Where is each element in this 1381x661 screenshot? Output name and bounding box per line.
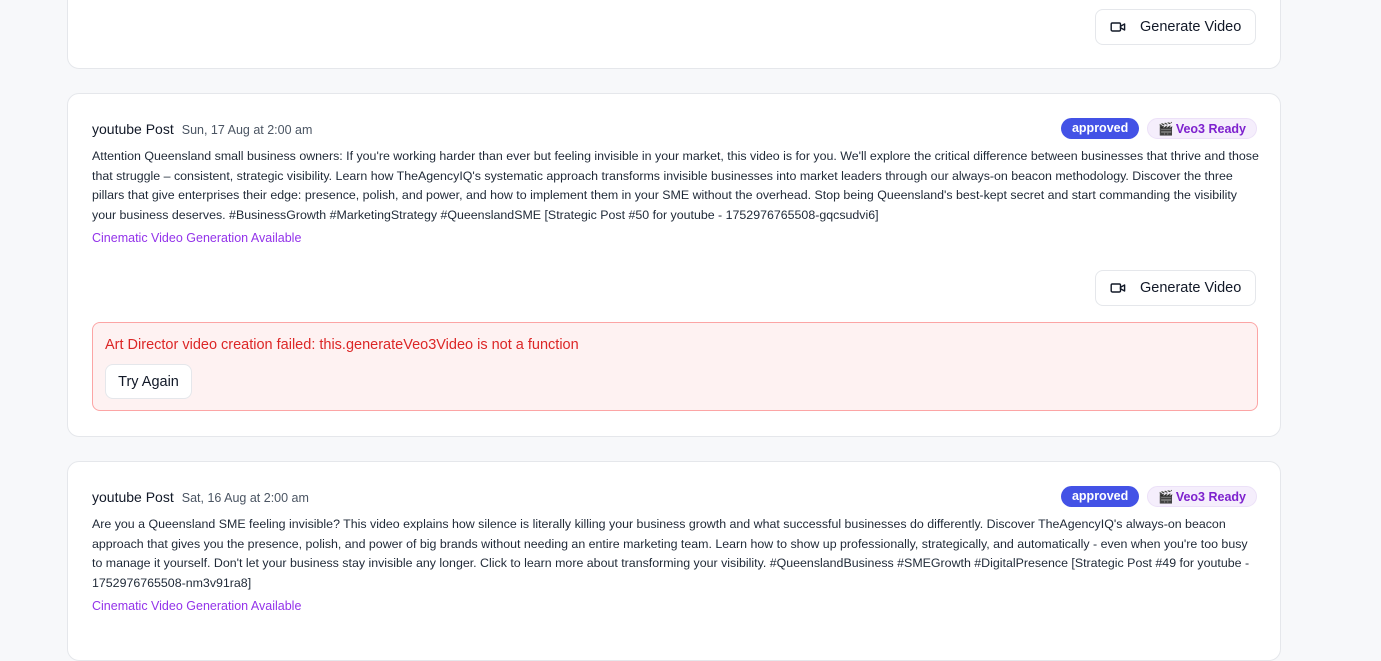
veo3-ready-badge: 🎬 Veo3 Ready <box>1147 118 1257 139</box>
status-badge: approved <box>1060 118 1140 139</box>
generate-video-label: Generate Video <box>1140 280 1242 296</box>
post-card: youtube Post Sat, 16 Aug at 2:00 am appr… <box>67 461 1281 661</box>
veo3-ready-label: Veo3 Ready <box>1175 122 1246 136</box>
video-camera-icon <box>1110 22 1126 32</box>
status-badge: approved <box>1060 486 1140 507</box>
post-card-previous: Generate Video <box>67 0 1281 69</box>
post-header: youtube Post Sun, 17 Aug at 2:00 am <box>92 121 312 137</box>
veo3-ready-label: Veo3 Ready <box>1175 490 1246 504</box>
veo3-ready-badge: 🎬 Veo3 Ready <box>1147 486 1257 507</box>
generate-video-button[interactable]: Generate Video <box>1095 9 1256 45</box>
video-camera-icon <box>1110 283 1126 293</box>
post-card: youtube Post Sun, 17 Aug at 2:00 am appr… <box>67 93 1281 437</box>
post-body: Are you a Queensland SME feeling invisib… <box>92 517 1250 590</box>
generate-video-button[interactable]: Generate Video <box>1095 270 1256 306</box>
cinematic-video-link[interactable]: Cinematic Video Generation Available <box>92 231 301 245</box>
error-message: Art Director video creation failed: this… <box>105 337 579 353</box>
post-date: Sun, 17 Aug at 2:00 am <box>181 123 313 137</box>
clapperboard-icon: 🎬 <box>1158 122 1174 136</box>
clapperboard-icon: 🎬 <box>1158 490 1174 504</box>
post-title: youtube Post <box>92 121 174 137</box>
post-badges: approved 🎬 Veo3 Ready <box>1060 118 1257 139</box>
generate-video-label: Generate Video <box>1140 19 1242 35</box>
post-badges: approved 🎬 Veo3 Ready <box>1060 486 1257 507</box>
try-again-button[interactable]: Try Again <box>105 364 192 399</box>
post-date: Sat, 16 Aug at 2:00 am <box>181 491 309 505</box>
post-title: youtube Post <box>92 489 174 505</box>
error-alert: Art Director video creation failed: this… <box>92 322 1258 411</box>
post-header: youtube Post Sat, 16 Aug at 2:00 am <box>92 489 309 505</box>
cinematic-video-link[interactable]: Cinematic Video Generation Available <box>92 599 301 613</box>
post-body: Attention Queensland small business owne… <box>92 149 1259 222</box>
